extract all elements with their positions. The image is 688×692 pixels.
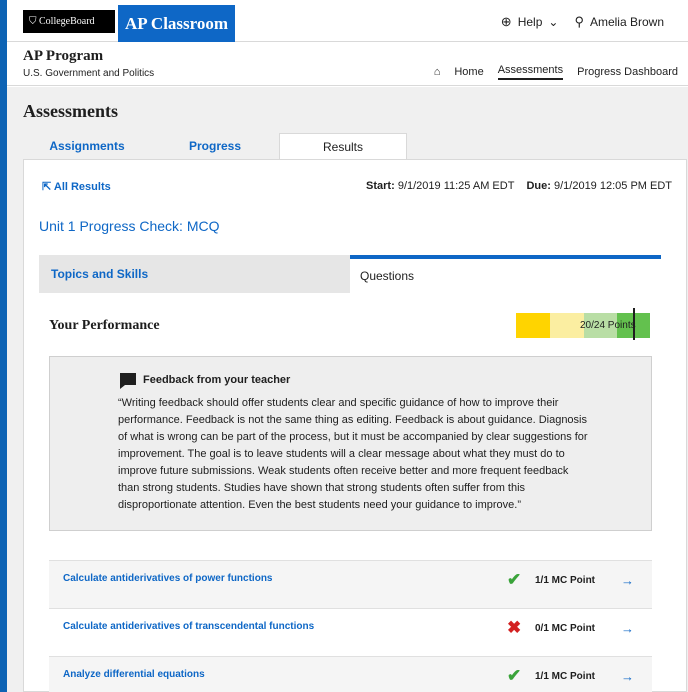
performance-score: 20/24 Points (580, 320, 636, 331)
user-area: ⊕ Help ⌄ ⚲ Amelia Brown (501, 14, 664, 30)
check-icon: ✔ (507, 570, 522, 589)
start-label: Start: (366, 180, 395, 192)
performance-title: Your Performance (49, 318, 160, 333)
result-subtabs: Topics and Skills Questions (39, 255, 661, 293)
home-icon[interactable]: ⌂ (434, 66, 441, 78)
band-low (516, 313, 550, 338)
nav-home[interactable]: Home (454, 66, 483, 78)
arrow-right-icon[interactable]: → (621, 573, 634, 588)
chevron-down-icon[interactable]: ⌄ (548, 15, 558, 29)
all-results-link[interactable]: ⇱ All Results (42, 180, 111, 193)
tab-questions[interactable]: Questions (350, 255, 661, 293)
tab-progress[interactable]: Progress (151, 133, 279, 159)
performance-marker (633, 308, 635, 340)
due-label: Due: (526, 180, 551, 192)
globe-icon: ⊕ (500, 14, 512, 29)
tab-results[interactable]: Results (279, 133, 407, 159)
list-item[interactable]: Calculate antiderivatives of power funct… (49, 560, 652, 608)
points: 1/1 MC Point (535, 671, 596, 682)
page-title: Assessments (23, 101, 119, 121)
acorn-icon: ⛉ (29, 16, 39, 27)
feedback-heading: Feedback from your teacher (143, 374, 291, 386)
teacher-feedback: Feedback from your teacher “Writing feed… (49, 356, 652, 531)
due-value: 9/1/2019 12:05 PM EDT (553, 180, 672, 192)
arrow-right-icon[interactable]: → (621, 621, 634, 636)
collegeboard-logo[interactable]: ⛉ CollegeBoard (23, 10, 115, 33)
assessment-dates: Start: 9/1/2019 11:25 AM EDT Due: 9/1/20… (366, 180, 672, 192)
nav-progress-dashboard[interactable]: Progress Dashboard (577, 66, 678, 78)
list-item[interactable]: Analyze differential equations ✔ 1/1 MC … (49, 656, 652, 692)
points: 1/1 MC Point (535, 575, 596, 586)
skill-link[interactable]: Calculate antiderivatives of power funct… (63, 573, 273, 584)
user-icon: ⚲ (574, 14, 584, 29)
check-icon: ✔ (507, 666, 522, 685)
course-name: U.S. Government and Politics (23, 68, 155, 79)
speech-bubble-icon (120, 373, 136, 389)
skill-link[interactable]: Analyze differential equations (63, 669, 205, 680)
program-title: AP Program (23, 48, 104, 64)
program-bar: AP Program U.S. Government and Politics … (7, 42, 688, 86)
content-area: Assessments Assignments Progress Results… (7, 87, 688, 692)
list-item[interactable]: Calculate antiderivatives of transcenden… (49, 608, 652, 656)
window-frame (0, 0, 7, 692)
user-name[interactable]: Amelia Brown (590, 15, 664, 29)
help-menu[interactable]: Help (518, 15, 543, 29)
cross-icon: ✖ (507, 618, 522, 637)
points: 0/1 MC Point (535, 623, 596, 634)
tab-assignments[interactable]: Assignments (23, 133, 151, 159)
question-rows: Calculate antiderivatives of power funct… (49, 560, 652, 692)
results-card: ⇱ All Results Start: 9/1/2019 11:25 AM E… (23, 159, 687, 692)
start-value: 9/1/2019 11:25 AM EDT (397, 180, 515, 192)
all-results-label: All Results (53, 181, 111, 193)
band-mid (550, 313, 584, 338)
top-bar: ⛉ CollegeBoard AP Classroom ⊕ Help ⌄ ⚲ A… (7, 0, 688, 42)
assessment-tabs: Assignments Progress Results (23, 133, 407, 159)
tab-topics-and-skills[interactable]: Topics and Skills (39, 255, 350, 293)
collegeboard-logo-text: CollegeBoard (39, 16, 95, 27)
arrow-right-icon[interactable]: → (621, 669, 634, 684)
nav-assessments[interactable]: Assessments (497, 64, 564, 80)
ap-classroom-logo[interactable]: AP Classroom (118, 5, 235, 42)
arrow-up-left-icon: ⇱ (42, 181, 54, 193)
assessment-title[interactable]: Unit 1 Progress Check: MCQ (39, 218, 220, 234)
feedback-text: “Writing feedback should offer students … (118, 397, 588, 511)
main-nav: ⌂ Home Assessments Progress Dashboard (434, 64, 678, 80)
skill-link[interactable]: Calculate antiderivatives of transcenden… (63, 621, 314, 632)
